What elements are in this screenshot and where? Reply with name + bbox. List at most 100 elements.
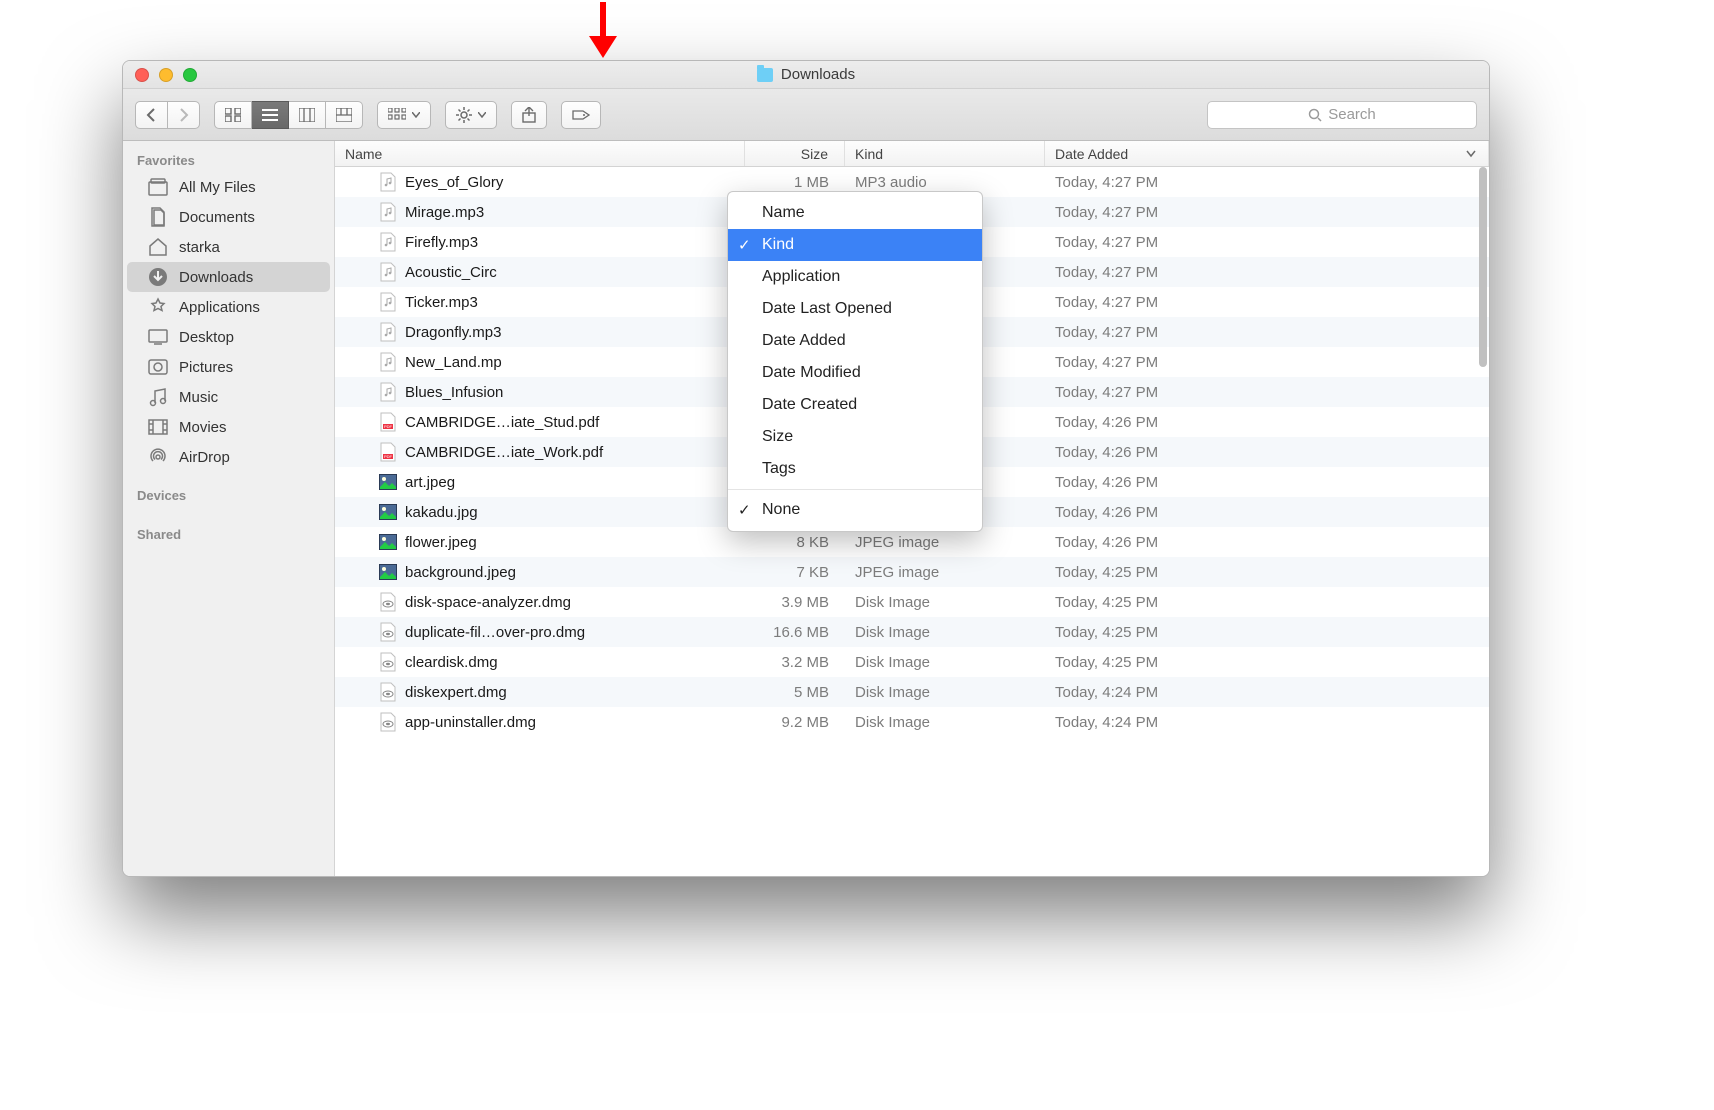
column-size[interactable]: Size [745, 141, 845, 166]
view-columns-button[interactable] [289, 101, 326, 129]
finder-window: Downloads [122, 60, 1490, 877]
sidebar-item-allmyfiles[interactable]: All My Files [127, 172, 330, 202]
search-icon [1308, 108, 1322, 122]
file-date: Today, 4:26 PM [1045, 444, 1489, 461]
toolbar: Search [123, 89, 1489, 141]
file-name: kakadu.jpg [405, 504, 478, 521]
file-row[interactable]: app-uninstaller.dmg9.2 MBDisk ImageToday… [335, 707, 1489, 737]
file-icon [379, 202, 397, 222]
file-kind: JPEG image [845, 564, 1045, 581]
arrange-button[interactable] [377, 101, 431, 129]
sidebar-item-pictures[interactable]: Pictures [127, 352, 330, 382]
view-list-button[interactable] [252, 101, 289, 129]
sidebar-item-label: Downloads [179, 269, 253, 286]
zoom-button[interactable] [183, 68, 197, 82]
sidebar-item-label: Movies [179, 419, 227, 436]
window-title: Downloads [781, 66, 855, 83]
tag-icon [572, 108, 590, 122]
file-date: Today, 4:27 PM [1045, 204, 1489, 221]
file-row[interactable]: duplicate-fil…over-pro.dmg16.6 MBDisk Im… [335, 617, 1489, 647]
close-button[interactable] [135, 68, 149, 82]
column-date[interactable]: Date Added [1045, 141, 1489, 166]
sidebar-item-label: starka [179, 239, 220, 256]
file-date: Today, 4:27 PM [1045, 384, 1489, 401]
sidebar-heading-devices: Devices [123, 482, 334, 507]
arrange-menu-item-kind[interactable]: ✓Kind [728, 229, 982, 261]
minimize-button[interactable] [159, 68, 173, 82]
sidebar-item-applications[interactable]: Applications [127, 292, 330, 322]
file-row[interactable]: cleardisk.dmg3.2 MBDisk ImageToday, 4:25… [335, 647, 1489, 677]
sidebar-item-movies[interactable]: Movies [127, 412, 330, 442]
file-icon [379, 262, 397, 282]
arrange-menu-item-none[interactable]: ✓ None [728, 494, 982, 526]
sidebar-item-home[interactable]: starka [127, 232, 330, 262]
file-icon [379, 532, 397, 552]
file-date: Today, 4:24 PM [1045, 714, 1489, 731]
view-coverflow-button[interactable] [326, 101, 363, 129]
file-name: cleardisk.dmg [405, 654, 498, 671]
file-icon [379, 622, 397, 642]
file-name: Blues_Infusion [405, 384, 503, 401]
column-name[interactable]: Name [335, 141, 745, 166]
arrange-menu-item-date-created[interactable]: Date Created [728, 389, 982, 421]
share-button[interactable] [511, 101, 547, 129]
arrange-menu-item-application[interactable]: Application [728, 261, 982, 293]
folder-icon [757, 68, 773, 82]
allmyfiles-icon [147, 177, 169, 197]
pictures-icon [147, 357, 169, 377]
file-row[interactable]: diskexpert.dmg5 MBDisk ImageToday, 4:24 … [335, 677, 1489, 707]
file-date: Today, 4:26 PM [1045, 534, 1489, 551]
sidebar-heading-favorites: Favorites [123, 147, 334, 172]
file-row[interactable]: background.jpeg7 KBJPEG imageToday, 4:25… [335, 557, 1489, 587]
file-name: diskexpert.dmg [405, 684, 507, 701]
svg-text:PDF: PDF [384, 424, 393, 429]
file-name: Acoustic_Circ [405, 264, 497, 281]
arrange-menu-item-date-modified[interactable]: Date Modified [728, 357, 982, 389]
check-icon: ✓ [738, 501, 751, 519]
action-button[interactable] [445, 101, 497, 129]
sidebar-item-music[interactable]: Music [127, 382, 330, 412]
file-date: Today, 4:27 PM [1045, 294, 1489, 311]
sidebar-item-desktop[interactable]: Desktop [127, 322, 330, 352]
sidebar: Favorites All My Files Documents starka Dow… [123, 141, 335, 876]
file-icon [379, 502, 397, 522]
sidebar-item-downloads[interactable]: Downloads [127, 262, 330, 292]
file-name: Firefly.mp3 [405, 234, 478, 251]
column-kind[interactable]: Kind [845, 141, 1045, 166]
back-button[interactable] [135, 101, 168, 129]
scrollbar[interactable] [1479, 167, 1487, 367]
file-icon [379, 712, 397, 732]
window-title-group: Downloads [123, 66, 1489, 83]
file-name: flower.jpeg [405, 534, 477, 551]
arrange-menu-item-tags[interactable]: Tags [728, 453, 982, 485]
file-icon [379, 652, 397, 672]
sidebar-item-airdrop[interactable]: AirDrop [127, 442, 330, 472]
file-row[interactable]: disk-space-analyzer.dmg3.9 MBDisk ImageT… [335, 587, 1489, 617]
file-area: Name Size Kind Date Added Eyes_of_Glory1… [335, 141, 1489, 876]
file-date: Today, 4:27 PM [1045, 234, 1489, 251]
file-date: Today, 4:27 PM [1045, 264, 1489, 281]
forward-button[interactable] [168, 101, 200, 129]
search-field[interactable]: Search [1207, 101, 1477, 129]
file-size: 5 MB [745, 684, 845, 701]
file-icon [379, 292, 397, 312]
view-modes [214, 101, 363, 129]
arrange-menu-item-date-last-opened[interactable]: Date Last Opened [728, 293, 982, 325]
file-date: Today, 4:26 PM [1045, 474, 1489, 491]
sidebar-item-documents[interactable]: Documents [127, 202, 330, 232]
sidebar-item-label: Applications [179, 299, 260, 316]
file-name: duplicate-fil…over-pro.dmg [405, 624, 585, 641]
tags-button[interactable] [561, 101, 601, 129]
arrange-menu-item-date-added[interactable]: Date Added [728, 325, 982, 357]
file-kind: Disk Image [845, 714, 1045, 731]
file-kind: Disk Image [845, 624, 1045, 641]
home-icon [147, 237, 169, 257]
sidebar-item-label: Documents [179, 209, 255, 226]
arrange-menu-item-size[interactable]: Size [728, 421, 982, 453]
arrange-menu-item-name[interactable]: Name [728, 197, 982, 229]
annotation-arrow [583, 0, 623, 58]
file-icon [379, 382, 397, 402]
view-icons-button[interactable] [214, 101, 252, 129]
file-name: disk-space-analyzer.dmg [405, 594, 571, 611]
file-date: Today, 4:25 PM [1045, 624, 1489, 641]
